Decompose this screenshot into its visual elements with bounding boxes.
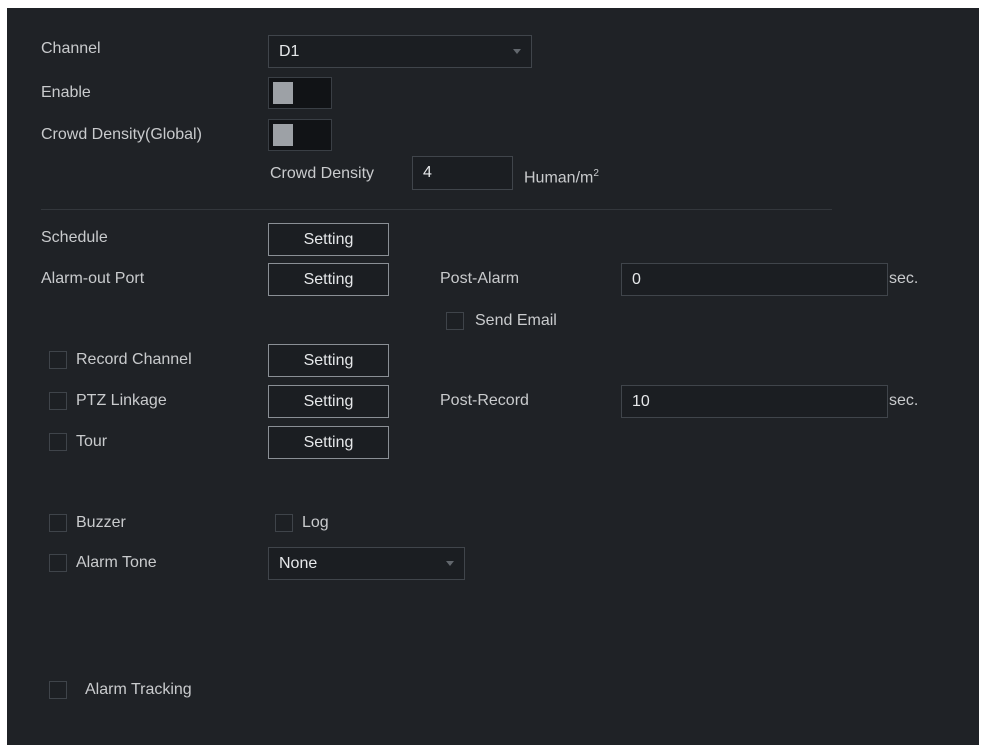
- alarm-tone-checkbox[interactable]: [49, 554, 67, 572]
- post-record-unit: sec.: [889, 392, 919, 409]
- post-alarm-value: 0: [632, 270, 641, 288]
- log-checkbox[interactable]: [275, 514, 293, 532]
- alarm-out-port-label: Alarm-out Port: [41, 270, 145, 287]
- record-channel-label: Record Channel: [76, 351, 192, 368]
- log-label: Log: [302, 514, 329, 531]
- crowd-density-unit: Human/m2: [524, 168, 599, 187]
- send-email-checkbox[interactable]: [446, 312, 464, 330]
- channel-select-value: D1: [279, 42, 300, 60]
- record-channel-checkbox[interactable]: [49, 351, 67, 369]
- alarm-tone-select[interactable]: None: [268, 547, 465, 580]
- ptz-linkage-label: PTZ Linkage: [76, 392, 167, 409]
- post-record-label: Post-Record: [440, 392, 529, 409]
- alarm-tone-select-value: None: [279, 554, 318, 572]
- channel-label: Channel: [41, 40, 101, 57]
- tour-setting-button[interactable]: Setting: [268, 426, 389, 459]
- crowd-density-global-label: Crowd Density(Global): [41, 126, 202, 143]
- crowd-density-global-toggle[interactable]: [268, 119, 332, 151]
- ptz-linkage-setting-button[interactable]: Setting: [268, 385, 389, 418]
- schedule-setting-button[interactable]: Setting: [268, 223, 389, 256]
- alarm-out-port-setting-button[interactable]: Setting: [268, 263, 389, 296]
- post-alarm-label: Post-Alarm: [440, 270, 520, 287]
- channel-select[interactable]: D1: [268, 35, 532, 68]
- crowd-density-value: 4: [423, 164, 432, 181]
- ptz-linkage-checkbox[interactable]: [49, 392, 67, 410]
- enable-label: Enable: [41, 84, 91, 101]
- record-channel-setting-button[interactable]: Setting: [268, 344, 389, 377]
- tour-checkbox[interactable]: [49, 433, 67, 451]
- alarm-tracking-label: Alarm Tracking: [85, 681, 192, 698]
- toggle-knob: [273, 124, 293, 146]
- enable-toggle[interactable]: [268, 77, 332, 109]
- alarm-tracking-checkbox[interactable]: [49, 681, 67, 699]
- send-email-label: Send Email: [475, 312, 557, 329]
- crowd-density-label: Crowd Density: [270, 165, 375, 182]
- alarm-settings-panel: Channel D1 Enable Crowd Density(Global) …: [7, 8, 979, 745]
- section-divider: [41, 209, 832, 210]
- crowd-density-input[interactable]: 4: [412, 156, 513, 190]
- chevron-down-icon: [446, 560, 454, 566]
- buzzer-label: Buzzer: [76, 514, 126, 531]
- post-alarm-input[interactable]: 0: [621, 263, 888, 296]
- post-record-value: 10: [632, 392, 650, 410]
- toggle-knob: [273, 82, 293, 104]
- chevron-down-icon: [513, 48, 521, 54]
- schedule-label: Schedule: [41, 229, 108, 246]
- post-alarm-unit: sec.: [889, 270, 919, 287]
- post-record-input[interactable]: 10: [621, 385, 888, 418]
- alarm-tone-label: Alarm Tone: [76, 554, 157, 571]
- tour-label: Tour: [76, 433, 108, 450]
- buzzer-checkbox[interactable]: [49, 514, 67, 532]
